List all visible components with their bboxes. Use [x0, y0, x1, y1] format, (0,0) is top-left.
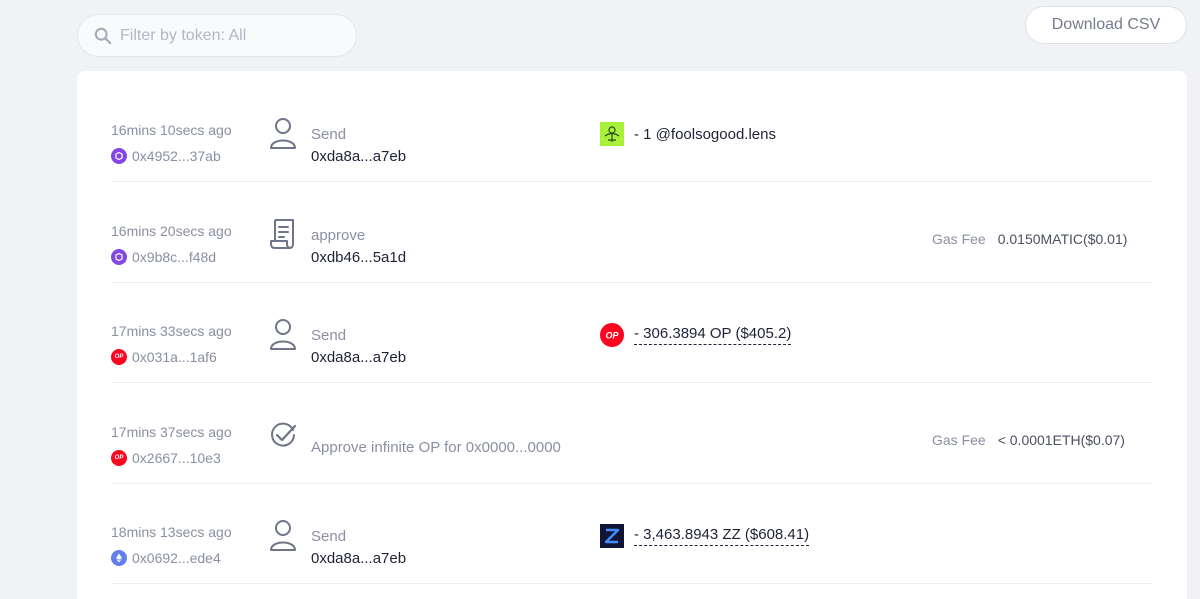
token-filter[interactable] [77, 14, 357, 57]
tx-hash: 0x9b8c...f48d [132, 249, 217, 265]
token-amount[interactable]: - 306.3894 OP ($405.2) [634, 325, 792, 345]
tx-time: 17mins 33secs ago [111, 323, 232, 339]
tx-hash-link[interactable]: OP 0x2667...10e3 [111, 450, 221, 466]
gas-fee-value: 0.0150MATIC($0.01) [997, 231, 1128, 247]
tx-hash: 0x0692...ede4 [132, 550, 221, 566]
lens-profile-icon [600, 122, 624, 146]
gas-fee-label: Gas Fee [932, 432, 986, 448]
gas-fee: Gas Fee < 0.0001ETH($0.07) [932, 432, 1125, 448]
transaction-row[interactable]: 17mins 33secs ago OP 0x031a...1af6 Send … [111, 283, 1152, 383]
download-csv-button[interactable]: Download CSV [1025, 6, 1187, 44]
check-circle-icon [271, 422, 297, 447]
token-transfer: - 3,463.8943 ZZ ($608.41) [600, 524, 810, 548]
optimism-chain-icon: OP [111, 349, 127, 365]
token-filter-input[interactable] [120, 26, 340, 45]
svg-text:OP: OP [605, 331, 619, 341]
user-icon [270, 319, 296, 350]
transaction-row[interactable]: 18mins 13secs ago 0x0692...ede4 Send 0xd… [111, 484, 1152, 584]
tx-hash-link[interactable]: 0x0692...ede4 [111, 550, 221, 566]
user-icon [270, 520, 296, 551]
user-icon [270, 118, 296, 149]
gas-fee: Gas Fee 0.0150MATIC($0.01) [932, 231, 1127, 247]
tx-hash-link[interactable]: 0x4952...37ab [111, 148, 221, 164]
ethereum-chain-icon [111, 550, 127, 566]
tx-action: Send [311, 126, 347, 143]
search-icon [94, 27, 112, 44]
tx-address-link[interactable]: 0xda8a...a7eb [311, 148, 406, 165]
token-amount: - 1 @foolsogood.lens [634, 125, 776, 143]
polygon-chain-icon [111, 249, 127, 265]
tx-time: 16mins 10secs ago [111, 122, 232, 138]
transaction-row[interactable]: 16mins 10secs ago 0x4952...37ab Send 0xd… [111, 82, 1152, 182]
tx-hash: 0x4952...37ab [132, 148, 221, 164]
tx-address-link[interactable]: 0xda8a...a7eb [311, 550, 406, 567]
transaction-list: 16mins 10secs ago 0x4952...37ab Send 0xd… [77, 71, 1187, 599]
tx-address-link[interactable]: 0xda8a...a7eb [311, 349, 406, 366]
tx-time: 18mins 13secs ago [111, 524, 232, 540]
tx-action: Approve infinite OP for 0x0000...0000 [311, 439, 561, 456]
zz-token-icon [600, 524, 624, 548]
tx-action: approve [311, 227, 366, 244]
transaction-row[interactable]: 16mins 20secs ago 0x9b8c...f48d approve … [111, 183, 1152, 283]
tx-hash: 0x031a...1af6 [132, 349, 217, 365]
contract-scroll-icon [270, 219, 294, 249]
op-token-icon: OP [600, 323, 624, 347]
tx-action: Send [311, 528, 347, 545]
token-transfer: OP - 306.3894 OP ($405.2) [600, 323, 792, 347]
tx-hash-link[interactable]: 0x9b8c...f48d [111, 249, 216, 265]
tx-hash-link[interactable]: OP 0x031a...1af6 [111, 349, 217, 365]
tx-address-link[interactable]: 0xdb46...5a1d [311, 249, 406, 266]
gas-fee-value: < 0.0001ETH($0.07) [997, 432, 1125, 448]
tx-hash: 0x2667...10e3 [132, 450, 221, 466]
token-amount[interactable]: - 3,463.8943 ZZ ($608.41) [634, 526, 810, 546]
tx-action: Send [311, 327, 347, 344]
tx-time: 17mins 37secs ago [111, 424, 232, 440]
optimism-chain-icon: OP [111, 450, 127, 466]
polygon-chain-icon [111, 148, 127, 164]
transaction-row[interactable]: 17mins 37secs ago OP 0x2667...10e3 Appro… [111, 384, 1152, 484]
tx-time: 16mins 20secs ago [111, 223, 232, 239]
token-transfer: - 1 @foolsogood.lens [600, 122, 776, 146]
gas-fee-label: Gas Fee [932, 231, 986, 247]
